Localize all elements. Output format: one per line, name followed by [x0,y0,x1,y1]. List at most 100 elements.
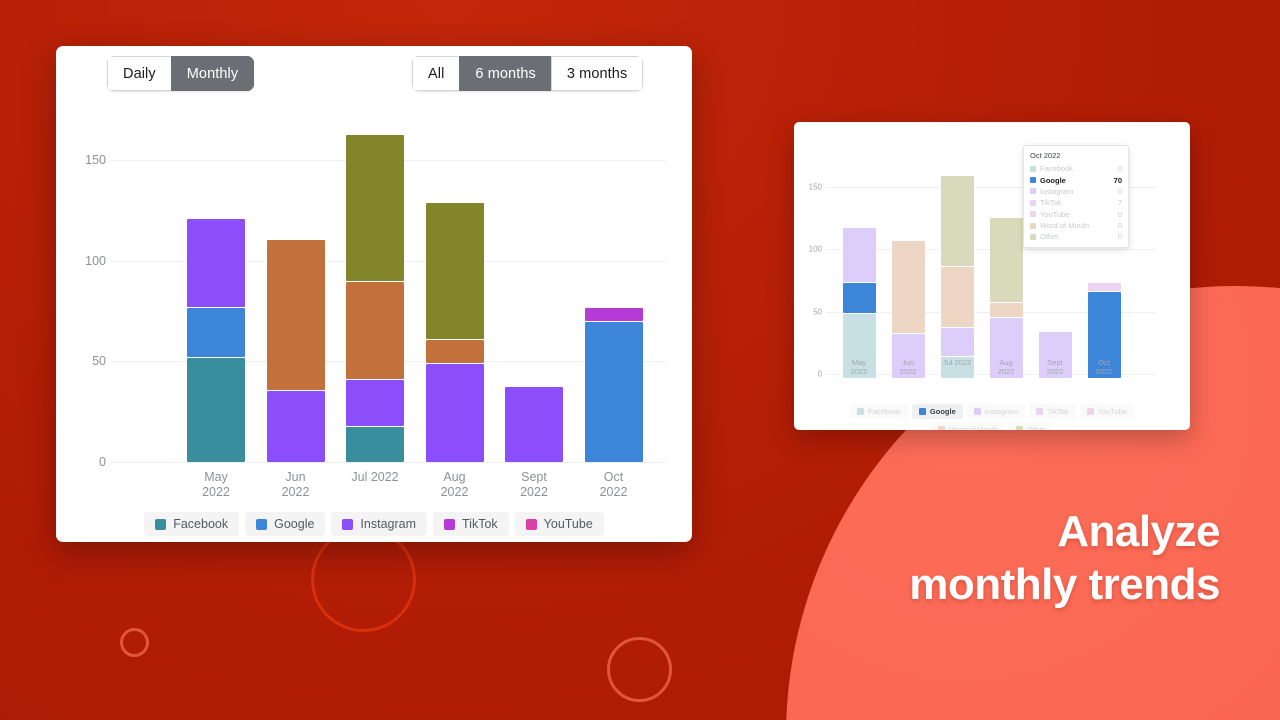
bar-segment-tiktok[interactable] [584,308,643,322]
legend-item-tiktok[interactable]: TikTok [433,512,509,536]
period-option-monthly[interactable]: Monthly [170,56,255,91]
x-axis-label: Sept 2022 [1046,358,1064,376]
legend-swatch-icon [1086,408,1094,415]
bar-segment-word-of-mouth[interactable] [266,239,325,390]
legend-item-label: Google [274,517,315,531]
y-tick-label: 100 [808,244,822,254]
tooltip-row: TikTok 7 [1030,197,1122,208]
bar-segment-google[interactable] [842,283,876,314]
bar-segment-word-of-mouth[interactable] [346,281,404,380]
bar-segment-instagram[interactable] [505,386,563,462]
bar-segment-instagram[interactable] [940,327,974,356]
y-tick-label: 100 [85,253,106,268]
bar-segment-google[interactable] [187,308,245,358]
tooltip-series-value: 0 [1117,232,1122,242]
tooltip-swatch-icon [1030,177,1036,184]
legend-item-google[interactable]: Google [911,404,963,419]
chart-plot-area: 0 50 100 150 [56,104,692,469]
main-chart-card: Daily Monthly All 6 months 3 months 0 50 100 1… [56,46,692,542]
legend-item-youtube[interactable]: YouTube [1079,404,1134,419]
decorative-ring-large [311,527,416,632]
inset-chart-legend: Facebook Google Instagram TikTok YouTube Wor… [794,404,1190,430]
x-axis-label: Oct 2022 [1095,358,1113,376]
period-option-daily[interactable]: Daily [107,56,171,91]
legend-item-label: TikTok [1047,407,1069,416]
legend-swatch-icon [155,518,167,530]
range-option-all[interactable]: All [412,56,460,91]
inset-chart-plot-area: 0 50 100 150 [794,142,1190,382]
bar-segment-other[interactable] [989,218,1023,302]
bar-segment-other[interactable] [346,134,404,281]
bar-segment-facebook[interactable] [187,358,245,462]
legend-item-label: TikTok [462,517,498,531]
bar-segment-word-of-mouth[interactable] [989,302,1023,317]
legend-item-instagram[interactable]: Instagram [331,512,428,536]
x-axis-label: Jun 2022 [281,470,310,499]
tooltip-swatch-icon [1030,233,1036,240]
legend-item-facebook[interactable]: Facebook [144,512,240,536]
tooltip-series-name: Google [1040,175,1066,185]
bar-segment-instagram[interactable] [187,219,245,307]
y-tick-label: 150 [808,182,822,192]
range-option-3-months[interactable]: 3 months [550,56,644,91]
legend-item-label: Other [1027,425,1046,430]
legend-item-facebook[interactable]: Facebook [849,404,908,419]
bar-segment-instagram[interactable] [425,364,484,462]
tooltip-row: Google 70 [1030,174,1122,185]
tooltip-row: Other 0 [1030,231,1122,242]
x-axis-labels: May 2022 Jun 2022 Jul 2022 Aug 2022 Sept 202… [110,470,666,506]
legend-item-google[interactable]: Google [245,512,326,536]
x-axis-label: Sept 2022 [520,470,548,499]
x-axis-label: Jun 2022 [899,358,917,376]
legend-item-other[interactable]: Other [1009,422,1053,430]
y-tick-label: 150 [85,153,106,168]
bar-segment-instagram[interactable] [266,390,325,462]
bar-segment-word-of-mouth[interactable] [891,240,925,334]
range-option-6-months[interactable]: 6 months [459,56,551,91]
x-axis-label: May 2022 [202,470,230,499]
bar-segment-word-of-mouth[interactable] [940,266,974,327]
inset-legend-row-secondary: Word of Mouth Other [794,422,1190,430]
bar-segment-other[interactable] [940,175,974,266]
tooltip-series-name: Facebook [1040,164,1073,174]
legend-swatch-icon [856,408,864,415]
legend-item-instagram[interactable]: Instagram [966,404,1026,419]
legend-swatch-icon [938,426,946,430]
tooltip-row: Word of Mouth 0 [1030,220,1122,231]
legend-swatch-icon [444,518,456,530]
legend-swatch-icon [342,518,354,530]
tooltip-series-value: 0 [1117,221,1122,231]
bar-segment-other[interactable] [425,203,484,340]
bar-segment-google[interactable] [584,322,643,462]
legend-item-label: Word of Mouth [949,425,999,430]
tooltip-series-value: 0 [1117,209,1122,219]
bar-segment-instagram[interactable] [346,380,404,426]
x-axis-label: Jul 2022 [351,470,399,484]
tooltip-row: Facebook 0 [1030,163,1122,174]
bar-segment-tiktok[interactable] [1087,283,1121,291]
tooltip-series-value: 70 [1113,175,1122,185]
legend-swatch-icon [1016,426,1024,430]
legend-swatch-icon [1036,408,1044,415]
tooltip-row: Instagram 0 [1030,186,1122,197]
legend-swatch-icon [525,518,537,530]
period-toggle-group[interactable]: Daily Monthly [107,56,255,91]
tooltip-swatch-icon [1030,199,1036,206]
legend-swatch-icon [256,518,268,530]
y-tick-label: 0 [99,455,106,469]
tooltip-rows: Facebook 0 Google 70 Instagram 0 TikTok 7 YouTub… [1030,163,1122,243]
legend-item-word-of-mouth[interactable]: Word of Mouth [931,422,1006,430]
headline: Analyze monthly trends [580,505,1220,611]
bar-segment-instagram[interactable] [842,228,876,283]
legend-item-label: YouTube [1097,407,1127,416]
legend-item-label: Facebook [173,517,229,531]
headline-line-2: monthly trends [909,560,1220,609]
tooltip-series-value: 0 [1117,186,1122,196]
bar-segment-word-of-mouth[interactable] [425,340,484,364]
legend-item-tiktok[interactable]: TikTok [1029,404,1076,419]
legend-item-label: Google [929,407,956,416]
range-toggle-group[interactable]: All 6 months 3 months [412,56,644,91]
bar-segment-facebook[interactable] [346,426,404,462]
y-tick-label: 0 [817,369,822,379]
tooltip-series-name: TikTok [1040,198,1062,208]
